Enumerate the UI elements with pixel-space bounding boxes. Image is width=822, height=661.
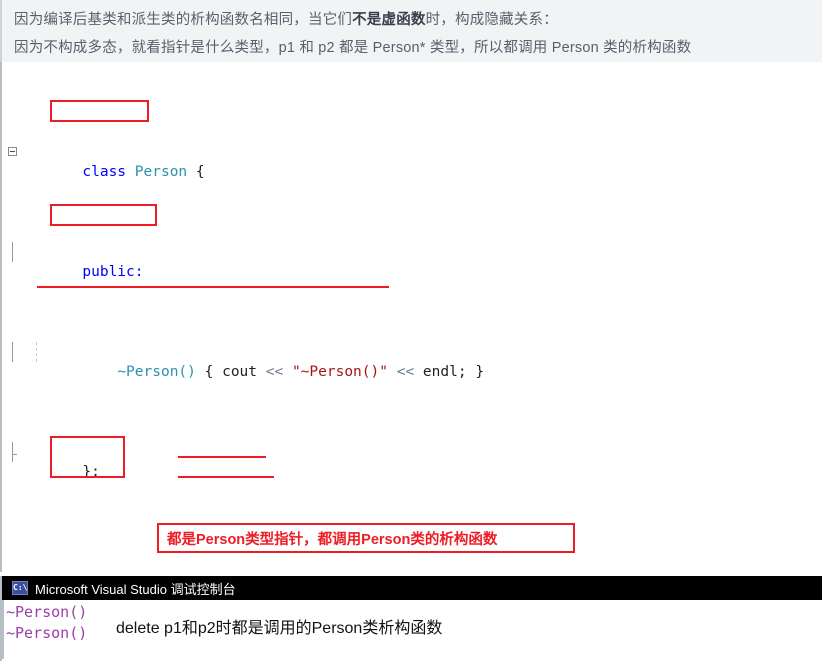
token-keyword-class: class [82, 164, 127, 180]
explanation-line-2: 因为不构成多态，就看指针是什么类型，p1 和 p2 都是 Person* 类型，… [14, 40, 692, 56]
explanation-line-1-part-a: 因为编译后基类和派生类的析构函数名相同，当它们 [14, 12, 353, 28]
token-endl: endl; [422, 364, 467, 380]
annotation-person-pointer-note-text: 都是Person类型指针，都调用Person类的析构函数 [167, 531, 498, 548]
token-close-brace-semi: }; [82, 464, 100, 480]
token-string-person: "~Person()" [291, 364, 388, 380]
token-brace-open: { [204, 364, 214, 380]
annotation-person-pointer-note: 都是Person类型指针，都调用Person类的析构函数 [157, 523, 575, 553]
console-annotation-note: delete p1和p2时都是调用的Person类析构函数 [116, 620, 443, 637]
console-title-text: Microsoft Visual Studio 调试控制台 [35, 581, 236, 597]
token-access-public: public: [82, 264, 144, 280]
explanation-line-1-emphasis: 不是虚函数 [352, 12, 426, 28]
indent-guide [36, 342, 37, 362]
scope-bar [12, 242, 13, 262]
code-content[interactable]: class Person { public: ~Person() { cout … [2, 62, 822, 572]
scope-bar-end [12, 442, 17, 462]
token-cout: cout [222, 364, 258, 380]
console-title-bar: C:\ Microsoft Visual Studio 调试控制台 [2, 576, 822, 600]
console-output-line-2: ~Person() [6, 624, 88, 642]
token-brace-close: } [475, 364, 485, 380]
debug-console-window[interactable]: C:\ Microsoft Visual Studio 调试控制台 ~Perso… [0, 576, 822, 661]
code-editor[interactable]: class Person { public: ~Person() { cout … [0, 62, 822, 572]
explanation-note-block: 因为编译后基类和派生类的析构函数名相同，当它们不是虚函数时，构成隐藏关系： 因为… [0, 0, 822, 62]
token-stream-operator: << [396, 364, 415, 380]
code-line-class-person: class Person { [2, 142, 822, 180]
token-brace-open: { [195, 164, 205, 180]
scope-bar [12, 342, 13, 362]
token-stream-operator: << [265, 364, 284, 380]
token-destructor-person: ~Person() [117, 364, 196, 380]
console-app-icon: C:\ [12, 581, 28, 595]
token-type-person: Person [134, 164, 188, 180]
code-line-person-destructor: ~Person() { cout << "~Person()" << endl;… [2, 342, 822, 380]
collapse-box-icon[interactable] [8, 147, 17, 156]
console-output-area[interactable]: ~Person() ~Person() delete p1和p2时都是调用的Pe… [2, 600, 822, 659]
code-line-public-1: public: [2, 242, 822, 280]
explanation-line-1: 因为编译后基类和派生类的析构函数名相同，当它们不是虚函数时，构成隐藏关系： [14, 6, 822, 34]
code-line-close-person: }; [2, 442, 822, 480]
console-output-line-1: ~Person() [6, 603, 88, 621]
explanation-line-1-part-b: 时，构成隐藏关系： [425, 12, 558, 28]
